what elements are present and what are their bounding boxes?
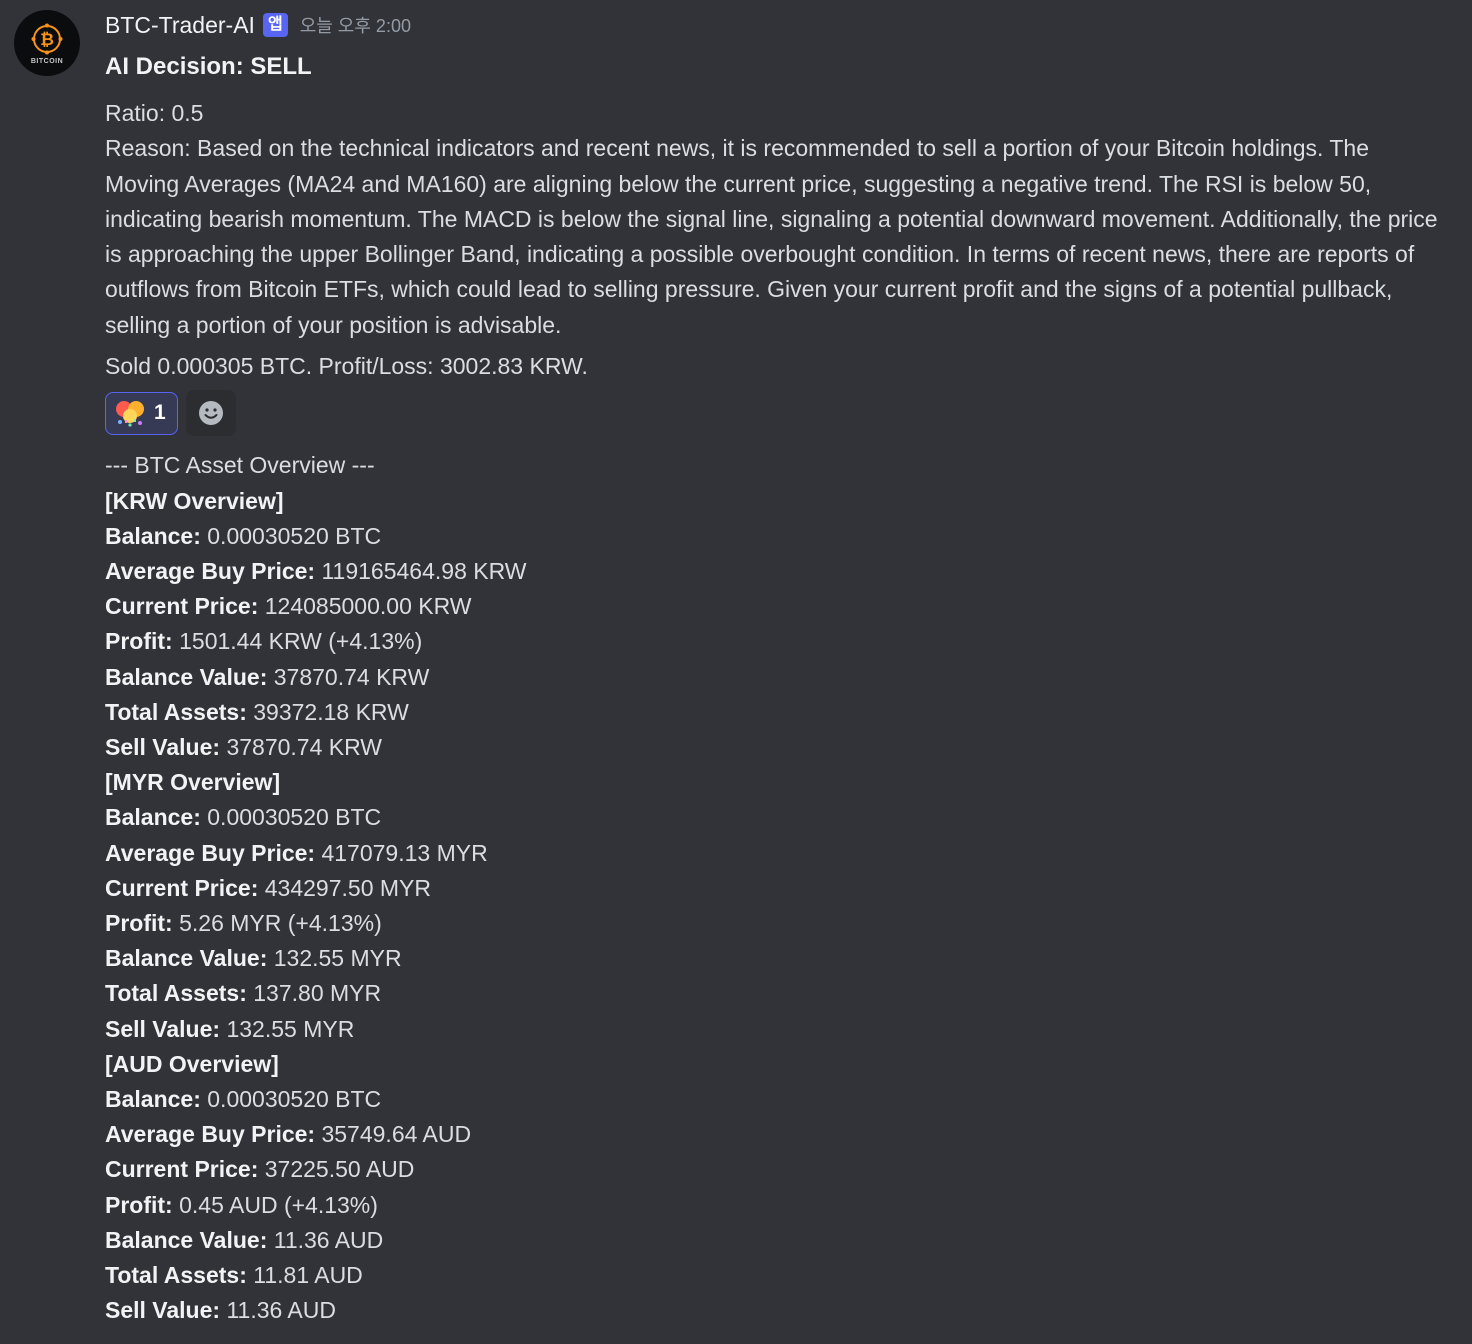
- add-reaction-button[interactable]: [185, 390, 236, 437]
- party-emoji-icon: [116, 401, 144, 427]
- row-value: 11.36 AUD: [226, 1297, 336, 1324]
- bitcoin-logo-icon: ₿: [31, 23, 63, 54]
- row-value: 0.00030520 BTC: [207, 804, 382, 831]
- row-value: 119165464.98 KRW: [321, 557, 527, 584]
- row-value: 37870.74 KRW: [226, 734, 383, 760]
- row-label: Total Assets:: [105, 698, 247, 725]
- overview-row: Balance Value: 37870.74 KRW: [105, 660, 1445, 695]
- section-header: [AUD Overview]: [105, 1050, 279, 1077]
- overview-row: Balance Value: 132.55 MYR: [105, 941, 1445, 976]
- row-value: 434297.50 MYR: [264, 874, 431, 901]
- author-name[interactable]: BTC-Trader-AI: [105, 12, 255, 39]
- overview-row: Total Assets: 137.80 MYR: [105, 976, 1445, 1011]
- row-label: Current Price:: [105, 593, 259, 620]
- ratio-text: Ratio: 0.5: [105, 100, 204, 126]
- overview-title: --- BTC Asset Overview ---: [105, 452, 375, 479]
- row-value: 417079.13 MYR: [321, 839, 488, 866]
- row-label: Current Price:: [105, 1156, 259, 1183]
- row-value: 132.55 MYR: [226, 1015, 355, 1042]
- timestamp[interactable]: 오늘 오후 2:00: [300, 12, 411, 38]
- row-label: Balance Value:: [105, 663, 268, 690]
- row-value: 11.81 AUD: [253, 1262, 363, 1289]
- row-value: 132.55 MYR: [273, 945, 402, 972]
- row-label: Current Price:: [105, 874, 259, 901]
- row-label: Sell Value:: [105, 734, 221, 760]
- reaction-party[interactable]: 1: [105, 391, 178, 435]
- row-value: 0.00030520 BTC: [207, 522, 382, 549]
- overview-row: Sell Value: 37870.74 KRW: [105, 730, 1445, 765]
- overview-row: Profit: 0.45 AUD (+4.13%): [105, 1188, 1445, 1223]
- overview-row: Sell Value: 11.36 AUD: [105, 1293, 1445, 1328]
- overview-row: Balance: 0.00030520 BTC: [105, 519, 1445, 554]
- overview-row: Profit: 5.26 MYR (+4.13%): [105, 906, 1445, 941]
- sold-text: Sold 0.000305 BTC. Profit/Loss: 3002.83 …: [105, 353, 588, 380]
- app-badge: 앱: [262, 13, 288, 37]
- section-header: [KRW Overview]: [105, 487, 284, 514]
- decision-heading: AI Decision: SELL: [105, 53, 312, 80]
- section-header: [MYR Overview]: [105, 769, 281, 796]
- row-value: 5.26 MYR (+4.13%): [179, 910, 382, 937]
- row-label: Balance:: [105, 804, 201, 831]
- overview-row: Total Assets: 11.81 AUD: [105, 1258, 1445, 1293]
- reaction-count: 1: [154, 401, 166, 425]
- reactions-bar: 1: [105, 390, 1445, 437]
- message: BTC-Trader-AI 앱 오늘 오후 2:00 AI Decision: …: [105, 8, 1445, 1328]
- row-value: 0.00030520 BTC: [207, 1086, 382, 1113]
- row-label: Average Buy Price:: [105, 1121, 316, 1148]
- krw-section: [KRW Overview] Balance: 0.00030520 BTC A…: [105, 484, 1445, 766]
- row-value: 11.36 AUD: [273, 1226, 384, 1253]
- overview-row: Balance: 0.00030520 BTC: [105, 1082, 1445, 1117]
- row-label: Balance:: [105, 522, 201, 549]
- row-value: 124085000.00 KRW: [264, 593, 472, 620]
- avatar-label: BITCOIN: [30, 57, 64, 65]
- row-label: Balance Value:: [105, 945, 268, 972]
- reason-text: Reason: Based on the technical indicator…: [105, 135, 1438, 338]
- row-label: Profit:: [105, 628, 173, 655]
- overview-row: Average Buy Price: 119165464.98 KRW: [105, 554, 1445, 589]
- overview-row: Current Price: 124085000.00 KRW: [105, 589, 1445, 624]
- aud-section: [AUD Overview] Balance: 0.00030520 BTC A…: [105, 1047, 1445, 1329]
- row-value: 39372.18 KRW: [253, 698, 409, 725]
- row-label: Average Buy Price:: [105, 839, 316, 866]
- row-value: 35749.64 AUD: [321, 1121, 472, 1148]
- row-label: Average Buy Price:: [105, 557, 316, 584]
- row-value: 1501.44 KRW (+4.13%): [179, 628, 423, 655]
- overview-row: Current Price: 37225.50 AUD: [105, 1152, 1445, 1187]
- overview-row: Total Assets: 39372.18 KRW: [105, 695, 1445, 730]
- row-value: 37225.50 AUD: [264, 1156, 415, 1183]
- row-label: Sell Value:: [105, 1297, 221, 1324]
- row-label: Total Assets:: [105, 1262, 247, 1289]
- myr-section: [MYR Overview] Balance: 0.00030520 BTC A…: [105, 765, 1445, 1047]
- smiley-add-icon: [198, 401, 223, 426]
- svg-text:₿: ₿: [40, 30, 54, 50]
- message-header: BTC-Trader-AI 앱 오늘 오후 2:00: [105, 8, 1445, 42]
- overview-row: Average Buy Price: 35749.64 AUD: [105, 1117, 1445, 1152]
- row-label: Total Assets:: [105, 980, 247, 1007]
- row-label: Balance:: [105, 1086, 201, 1113]
- overview-row: Profit: 1501.44 KRW (+4.13%): [105, 624, 1445, 659]
- row-value: 37870.74 KRW: [273, 663, 430, 690]
- avatar[interactable]: ₿ BITCOIN: [14, 10, 80, 76]
- overview-row: Current Price: 434297.50 MYR: [105, 871, 1445, 906]
- row-label: Balance Value:: [105, 1226, 268, 1253]
- asset-overview: --- BTC Asset Overview --- [KRW Overview…: [105, 448, 1445, 1328]
- overview-row: Balance Value: 11.36 AUD: [105, 1223, 1445, 1258]
- row-label: Sell Value:: [105, 1015, 221, 1042]
- overview-row: Average Buy Price: 417079.13 MYR: [105, 836, 1445, 871]
- row-value: 137.80 MYR: [253, 980, 382, 1007]
- row-label: Profit:: [105, 910, 173, 937]
- row-label: Profit:: [105, 1191, 173, 1218]
- row-value: 0.45 AUD (+4.13%): [179, 1191, 378, 1218]
- overview-row: Sell Value: 132.55 MYR: [105, 1012, 1445, 1047]
- overview-row: Balance: 0.00030520 BTC: [105, 800, 1445, 835]
